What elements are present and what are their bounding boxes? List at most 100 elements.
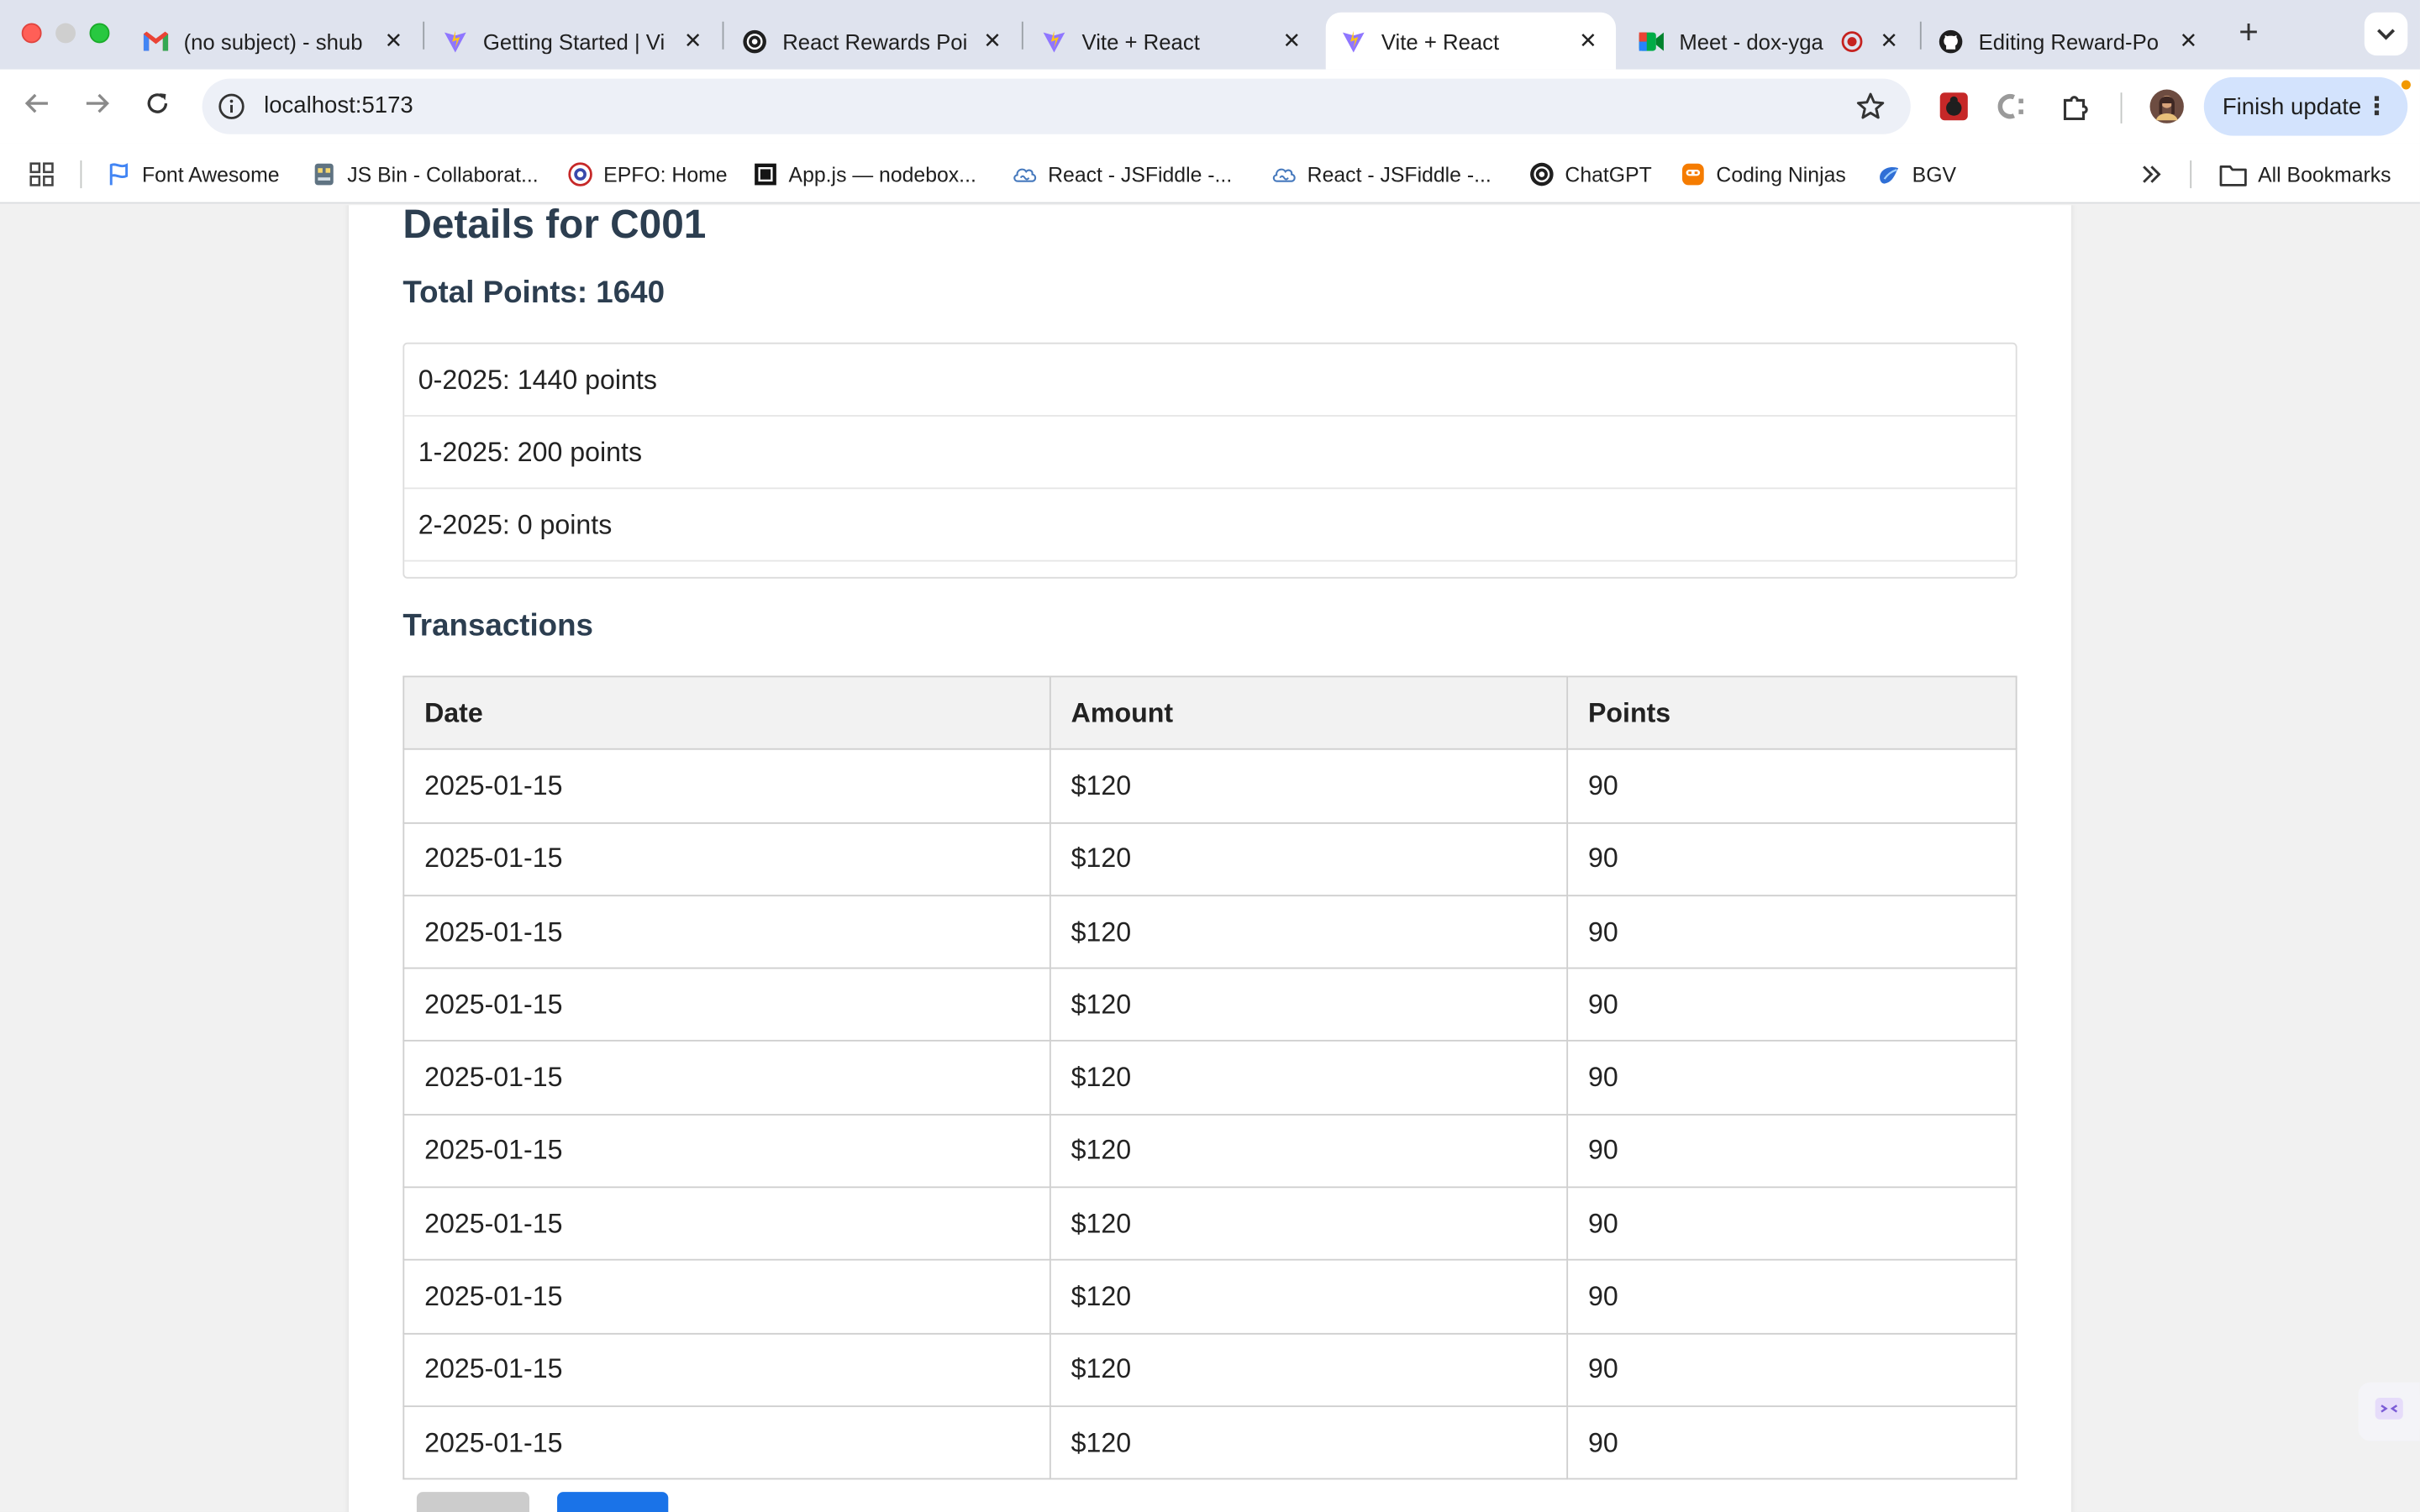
extension-c-icon[interactable] [1997,90,2031,123]
window-zoom-button[interactable] [89,23,110,44]
close-icon[interactable]: ✕ [1276,25,1307,56]
cell-amount: $120 [1049,1186,1569,1262]
new-tab-button[interactable]: + [2232,14,2265,49]
bookmark-item[interactable]: BGV [1876,159,1956,190]
finish-update-button[interactable]: Finish update ⋮ [2203,76,2408,136]
page-title: Details for C001 [402,205,707,247]
browser-toolbar: localhost:5173 Finish update ⋮ [0,69,2420,144]
chevron-down-icon [2377,20,2396,48]
tab-search-button[interactable] [2364,12,2408,56]
menu-dots-icon: ⋮ [2364,94,2390,121]
cell-points: 90 [1566,822,2018,896]
site-info-icon[interactable] [218,92,245,120]
table-row: 2025-01-15 $120 90 [402,1113,2018,1189]
customer-details-card: Details for C001 Total Points: 1640 0-20… [349,205,2071,1512]
tab-strip: (no subject) - shub ✕ Getting Started | … [0,0,2420,70]
window-minimize-button[interactable] [55,23,76,44]
epfo-icon [568,162,592,186]
bookmark-item[interactable]: Coding Ninjas [1681,159,1846,190]
extensions-puzzle-icon[interactable] [2059,90,2092,123]
cell-points: 90 [1566,967,2018,1042]
browser-tab[interactable]: Editing Reward-Po ✕ [1923,13,2217,70]
more-bookmarks-button[interactable] [2139,159,2175,190]
cell-amount: $120 [1049,1259,1569,1335]
transactions-heading: Transactions [402,609,594,643]
side-panel-widget[interactable] [2358,1382,2420,1441]
close-icon[interactable]: ✕ [1874,25,1905,56]
cell-date: 2025-01-15 [402,1405,1051,1480]
browser-tab[interactable]: Vite + React ✕ [1026,13,1319,70]
list-item: 1-2025: 200 points [404,417,2016,490]
list-item: 0-2025: 1440 points [404,344,2016,417]
cell-date: 2025-01-15 [402,1332,1051,1408]
close-icon[interactable]: ✕ [1573,25,1604,56]
transactions-table: Date Amount Points 2025-01-15 $120 90 2025… [402,675,2018,1480]
cell-points: 90 [1566,895,2018,969]
tab-title: (no subject) - shub [183,28,363,54]
profile-avatar[interactable] [2149,88,2186,125]
cell-amount: $120 [1049,1332,1569,1408]
address-bar[interactable]: localhost:5173 [202,78,1911,134]
url-text[interactable]: localhost:5173 [264,92,413,118]
close-icon[interactable]: ✕ [677,25,708,56]
window-close-button[interactable] [21,23,42,44]
extension-ladybug-icon[interactable] [1937,90,1970,123]
cell-date: 2025-01-15 [402,748,1051,824]
all-bookmarks-button[interactable]: All Bookmarks [2219,159,2391,190]
cell-date: 2025-01-15 [402,1186,1051,1262]
chatgpt-icon [742,29,766,53]
next-page-button[interactable] [557,1492,669,1512]
bookmarks-bar: Font Awesome JS Bin - Collaborat... EPFO… [0,143,2420,204]
page-viewport: Details for C001 Total Points: 1640 0-20… [0,205,2420,1512]
table-row: 2025-01-15 $120 90 [402,748,2018,824]
close-icon[interactable]: ✕ [977,25,1008,56]
browser-tab-active[interactable]: Vite + React ✕ [1325,12,1617,70]
table-header-row: Date Amount Points [402,675,2018,751]
bookmark-label: App.js — nodebox... [788,162,976,186]
flag-icon [107,162,131,186]
list-item: 2-2025: 0 points [404,489,2016,562]
bookmark-label: JS Bin - Collaborat... [347,162,539,186]
bookmark-label: React - JSFiddle -... [1307,162,1491,186]
gmail-icon [143,29,169,53]
close-icon[interactable]: ✕ [2173,25,2204,56]
meet-icon [1639,29,1664,53]
forward-button[interactable] [79,88,116,125]
column-header-date: Date [402,675,1051,751]
finish-update-label: Finish update [2222,93,2362,120]
tab-title: Meet - dox-yga [1679,28,1823,54]
bookmark-label: Coding Ninjas [1716,162,1846,186]
cell-points: 90 [1566,1332,2018,1408]
reload-button[interactable] [139,88,176,125]
cell-date: 2025-01-15 [402,967,1051,1042]
cell-amount: $120 [1049,1040,1569,1116]
bookmark-item[interactable]: React - JSFiddle -... [1271,159,1491,190]
bookmark-item[interactable]: Font Awesome [107,159,280,190]
cell-date: 2025-01-15 [402,1259,1051,1335]
browser-tab[interactable]: React Rewards Poi ✕ [727,13,1020,70]
browser-tab[interactable]: Getting Started | Vi ✕ [428,13,721,70]
apps-button[interactable] [29,159,65,190]
sparkle-icon [2372,1393,2406,1431]
table-row: 2025-01-15 $120 90 [402,967,2018,1042]
browser-tab[interactable]: (no subject) - shub ✕ [128,13,421,70]
vite-icon [443,29,467,53]
bookmark-item[interactable]: JS Bin - Collaborat... [312,159,539,190]
tab-title: React Rewards Poi [782,28,968,54]
cell-amount: $120 [1049,895,1569,969]
previous-page-button[interactable] [416,1492,529,1512]
bookmark-item[interactable]: React - JSFiddle -... [1013,159,1232,190]
table-row: 2025-01-15 $120 90 [402,1259,2018,1335]
back-button[interactable] [18,88,55,125]
cell-points: 90 [1566,1405,2018,1480]
bookmark-item[interactable]: App.js — nodebox... [753,159,976,190]
table-row: 2025-01-15 $120 90 [402,822,2018,896]
browser-tab[interactable]: Meet - dox-yga ✕ [1623,13,1917,70]
bookmark-item[interactable]: ChatGPT [1529,159,1652,190]
bookmark-item[interactable]: EPFO: Home [568,159,728,190]
bookmark-star-icon[interactable] [1855,91,1886,122]
close-icon[interactable]: ✕ [378,25,409,56]
bookmark-label: ChatGPT [1565,162,1652,186]
total-points: Total Points: 1640 [402,276,666,311]
table-row: 2025-01-15 $120 90 [402,1040,2018,1116]
